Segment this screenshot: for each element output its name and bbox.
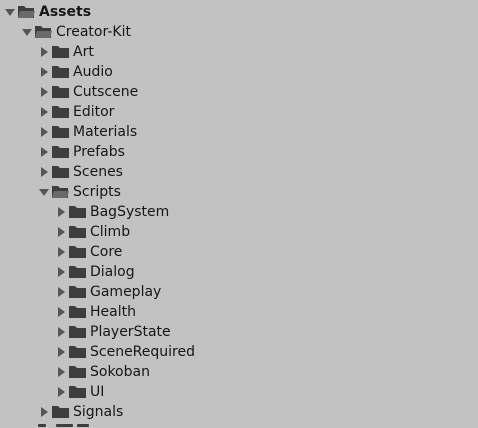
folder-icon [69,302,87,322]
tree-item-climb[interactable]: Climb [0,222,478,242]
tree-item-signals[interactable]: Signals [0,402,478,422]
arrow-right-icon[interactable] [36,402,52,422]
tree-item-playerstate[interactable]: PlayerState [0,322,478,342]
tree-item-bagsystem[interactable]: BagSystem [0,202,478,222]
tree-item-label: Scripts [73,184,121,200]
tree-item-ui[interactable]: UI [0,382,478,402]
tree-item-label: BagSystem [90,204,170,220]
arrow-right-icon[interactable] [36,102,52,122]
tree-item-scenerequired[interactable]: SceneRequired [0,342,478,362]
arrow-right-icon[interactable] [36,42,52,62]
tree-item-scenes[interactable]: Scenes [0,162,478,182]
tree-item-prefabs[interactable]: Prefabs [0,142,478,162]
folder-icon [52,142,70,162]
folder-icon [52,162,70,182]
arrow-right-icon[interactable] [53,302,69,322]
tree-item-label: Audio [73,64,113,80]
folder-open-icon [18,2,36,22]
tree-item-label: Gameplay [90,284,162,300]
tree-item-label: Health [90,304,136,320]
tree-item-creator-kit[interactable]: Creator-Kit [0,22,478,42]
tree-item-label: PlayerState [90,324,171,340]
folder-icon [52,402,70,422]
tree-item-assets[interactable]: Assets [0,2,478,22]
tree-item-materials[interactable]: Materials [0,122,478,142]
tree-item-label: Art [73,44,94,60]
tree-item-label: Creator-Kit [56,24,131,40]
arrow-down-icon[interactable] [2,2,18,22]
folder-icon [69,222,87,242]
arrow-right-icon[interactable] [36,142,52,162]
arrow-right-icon[interactable] [53,202,69,222]
tree-item-health[interactable]: Health [0,302,478,322]
arrow-right-icon[interactable] [53,282,69,302]
arrow-right-icon[interactable] [53,342,69,362]
arrow-right-icon[interactable] [53,242,69,262]
folder-icon [52,42,70,62]
tree-item-partial [0,422,478,428]
arrow-right-icon[interactable] [53,382,69,402]
tree-item-core[interactable]: Core [0,242,478,262]
tree-item-label: Core [90,244,123,260]
folder-icon [69,322,87,342]
tree-item-label: Materials [73,124,138,140]
arrow-down-icon[interactable] [36,182,52,202]
arrow-right-icon[interactable] [53,362,69,382]
tree-item-sokoban[interactable]: Sokoban [0,362,478,382]
tree-item-label: SceneRequired [90,344,195,360]
folder-icon [69,282,87,302]
folder-icon [69,382,87,402]
arrow-right-icon[interactable] [36,162,52,182]
folder-open-icon [35,22,53,42]
tree-item-audio[interactable]: Audio [0,62,478,82]
tree-item-art[interactable]: Art [0,42,478,62]
arrow-right-icon[interactable] [53,222,69,242]
arrow-right-icon[interactable] [53,322,69,342]
project-tree: Assets Creator-Kit Art Audio Cutscene Ed… [0,2,478,422]
folder-icon [69,202,87,222]
folder-icon [69,342,87,362]
tree-item-label: Scenes [73,164,123,180]
tree-item-label: Assets [39,4,92,20]
folder-open-icon [52,182,70,202]
arrow-right-icon[interactable] [53,262,69,282]
tree-item-cutscene[interactable]: Cutscene [0,82,478,102]
tree-item-label: Sokoban [90,364,150,380]
tree-item-gameplay[interactable]: Gameplay [0,282,478,302]
tree-item-scripts[interactable]: Scripts [0,182,478,202]
tree-item-label: UI [90,384,105,400]
tree-item-label: Prefabs [73,144,125,160]
arrow-down-icon[interactable] [19,22,35,42]
folder-icon [52,102,70,122]
tree-item-label: Climb [90,224,131,240]
folder-icon [69,262,87,282]
arrow-right-icon[interactable] [36,62,52,82]
folder-icon [69,362,87,382]
tree-item-label: Cutscene [73,84,139,100]
arrow-right-icon[interactable] [36,82,52,102]
tree-item-label: Editor [73,104,115,120]
tree-item-label: Signals [73,404,124,420]
folder-icon [52,122,70,142]
arrow-right-icon[interactable] [36,122,52,142]
folder-icon [52,82,70,102]
tree-item-dialog[interactable]: Dialog [0,262,478,282]
folder-icon [52,62,70,82]
tree-item-editor[interactable]: Editor [0,102,478,122]
tree-item-label: Dialog [90,264,135,280]
folder-icon [69,242,87,262]
